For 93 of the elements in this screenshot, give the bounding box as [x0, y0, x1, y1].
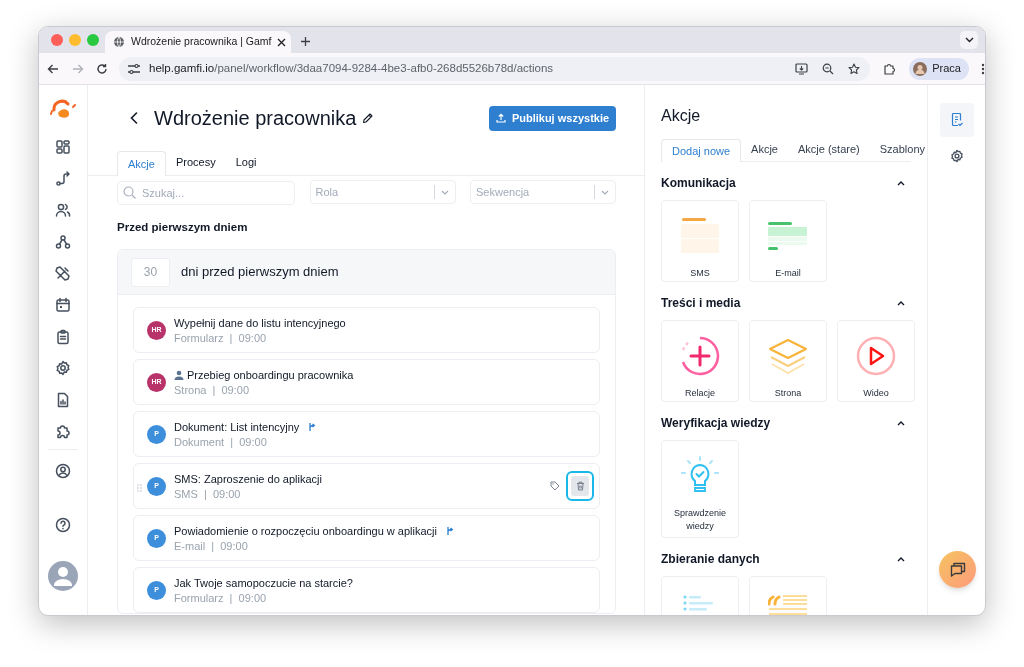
- action-tile[interactable]: Strona: [749, 320, 827, 402]
- install-icon[interactable]: [795, 62, 809, 75]
- tab[interactable]: Logi: [225, 150, 267, 175]
- chevron-down-icon: [601, 189, 609, 195]
- browser-tab[interactable]: Wdrożenie pracownika | Gamf: [105, 31, 291, 53]
- avatar-icon: [913, 61, 928, 76]
- panel-title: Akcje: [661, 106, 702, 124]
- layers-icon: [768, 336, 808, 376]
- chevron-up-icon[interactable]: [897, 300, 905, 306]
- puzzle-icon[interactable]: [55, 423, 71, 440]
- chat-icon: [949, 562, 966, 577]
- action-tile[interactable]: Relacje: [661, 320, 739, 402]
- close-icon[interactable]: [277, 37, 287, 47]
- page-title: Wdrożenie pracownika: [154, 106, 357, 131]
- plus-icon[interactable]: [300, 36, 311, 47]
- action-meta: Dokument | 09:00: [174, 435, 268, 449]
- upload-icon: [495, 113, 506, 123]
- settings-icon[interactable]: [949, 149, 964, 163]
- chevron-up-icon[interactable]: [897, 556, 905, 562]
- star-icon[interactable]: [848, 62, 861, 75]
- action-meta: E-mail | 09:00: [174, 539, 249, 553]
- action-title: Jak Twoje samopoczucie na starcie?: [174, 575, 353, 591]
- tab[interactable]: Akcje (stare): [788, 138, 870, 161]
- person-icon: [174, 370, 184, 380]
- action-tile[interactable]: SMS: [661, 200, 739, 282]
- chevron-up-icon[interactable]: [897, 180, 905, 186]
- action-title: Przebieg onboardingu pracownika: [187, 367, 354, 383]
- document-check-icon: [950, 113, 963, 127]
- chevron-up-icon[interactable]: [897, 420, 905, 426]
- section-heading: Zbieranie danych: [661, 551, 761, 568]
- address-bar[interactable]: help.gamfi.io/panel/workflow/3daa7094-9284-4be3-afb0-268d5526b78d/actions: [119, 56, 871, 81]
- search-field[interactable]: Szukaj...: [117, 181, 295, 205]
- action-tile[interactable]: E-mail: [749, 200, 827, 282]
- trash-icon: [575, 481, 585, 491]
- tab[interactable]: Akcje: [117, 151, 166, 176]
- branch-icon: [445, 526, 454, 536]
- tag-icon[interactable]: [550, 481, 560, 491]
- pencil-icon[interactable]: [362, 112, 374, 124]
- action-tile[interactable]: Sprawdzenie wiedzy: [661, 440, 739, 538]
- group-label: dni przed pierwszym dniem: [181, 263, 339, 282]
- section-title: Przed pierwszym dniem: [117, 220, 249, 235]
- profile-button[interactable]: Praca: [909, 57, 969, 80]
- tab[interactable]: Szablony: [869, 138, 927, 161]
- section-heading: Treści i media: [661, 295, 742, 312]
- back-icon[interactable]: [130, 112, 138, 124]
- chevron-down-icon: [964, 37, 974, 43]
- action-meta: SMS | 09:00: [174, 487, 242, 501]
- action-meta: Formularz | 09:00: [174, 331, 268, 345]
- more-menu-icon[interactable]: [981, 62, 985, 75]
- action-meta: Strona | 09:00: [174, 383, 251, 397]
- url-text: help.gamfi.io/panel/workflow/3daa7094-9284-4be3-afb0-268d5526b78d/actions: [149, 60, 554, 76]
- user-circle-icon[interactable]: [55, 463, 71, 480]
- action-title: Dokument: List intencyjny: [174, 419, 300, 435]
- action-meta: Formularz | 09:00: [174, 591, 268, 605]
- reload-icon[interactable]: [96, 62, 108, 75]
- tools-icon[interactable]: [55, 265, 71, 282]
- globe-icon: [113, 36, 125, 48]
- checklist-button[interactable]: [939, 103, 974, 137]
- report-icon[interactable]: [55, 391, 71, 408]
- tune-icon: [127, 62, 141, 75]
- route-icon[interactable]: [55, 170, 71, 187]
- search-icon: [123, 186, 136, 199]
- play-circle-icon: [856, 336, 896, 376]
- tab[interactable]: Procesy: [165, 150, 226, 175]
- delete-button[interactable]: [571, 476, 589, 496]
- chevron-down-icon: [440, 189, 449, 195]
- email-lines-drawing: [768, 222, 808, 250]
- back-arrow-icon[interactable]: [47, 62, 59, 75]
- section-heading: Weryfikacja wiedzy: [661, 415, 772, 432]
- settings-icon[interactable]: [55, 360, 71, 377]
- action-tile[interactable]: Wideo: [837, 320, 915, 402]
- tab-title: Wdrożenie pracownika | Gamf: [131, 34, 272, 50]
- chat-button[interactable]: [939, 551, 976, 588]
- action-title: SMS: Zaproszenie do aplikacji: [174, 471, 322, 487]
- section-heading: Komunikacja: [661, 175, 737, 192]
- publish-button[interactable]: Publikuj wszystkie: [489, 105, 616, 131]
- plus-circle-icon: [680, 336, 720, 376]
- branch-icon: [308, 422, 317, 432]
- grid-icon[interactable]: [55, 139, 71, 155]
- zoom-icon[interactable]: [822, 62, 835, 75]
- action-title: Powiadomienie o rozpoczęciu onboardingu w aplikacji: [174, 523, 437, 539]
- tab[interactable]: Akcje: [741, 138, 788, 161]
- clipboard-icon[interactable]: [55, 328, 71, 345]
- drag-handle-icon[interactable]: [137, 484, 142, 492]
- message-card-drawing: [680, 218, 720, 254]
- tab-search-button[interactable]: [960, 31, 978, 49]
- action-title: Wypełnij dane do listu intencyjnego: [174, 315, 346, 331]
- users-icon[interactable]: [55, 202, 71, 219]
- tab[interactable]: Dodaj nowe: [661, 139, 742, 162]
- puzzle-icon[interactable]: [883, 62, 897, 75]
- hierarchy-icon[interactable]: [55, 233, 71, 250]
- help-icon[interactable]: [55, 517, 71, 534]
- calendar-icon[interactable]: [55, 296, 71, 313]
